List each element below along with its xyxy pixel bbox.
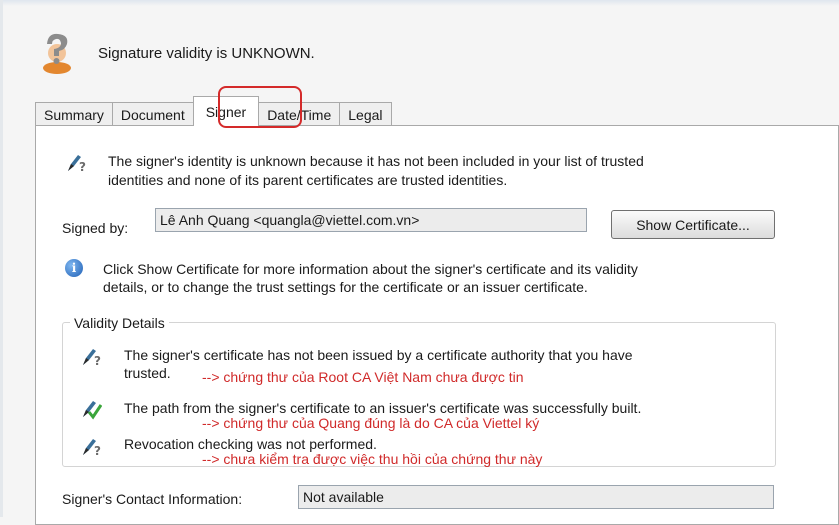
unknown-signer-icon xyxy=(38,31,76,75)
show-certificate-button[interactable]: Show Certificate... xyxy=(611,210,775,239)
info-message-line-2: details, or to change the trust settings… xyxy=(103,279,588,295)
unknown-pen-icon: ? xyxy=(80,346,102,368)
contact-info-field[interactable]: Not available xyxy=(298,485,774,509)
identity-message-line-1: The signer's identity is unknown because… xyxy=(108,153,644,169)
validity-item-3-annotation: --> chưa kiểm tra được việc thu hồi của … xyxy=(202,451,543,467)
info-icon: i xyxy=(65,259,83,277)
tab-summary[interactable]: Summary xyxy=(35,102,113,126)
tab-legal[interactable]: Legal xyxy=(339,102,392,126)
valid-pen-icon xyxy=(80,398,103,420)
tab-document[interactable]: Document xyxy=(111,102,194,126)
validity-item-1-line-1: The signer's certificate has not been is… xyxy=(124,347,633,363)
tab-bar: Summary Document Signer Date/Time Legal xyxy=(35,90,392,126)
signed-by-label: Signed by: xyxy=(62,220,129,236)
validity-item-2-annotation: --> chứng thư của Quang đúng là do CA củ… xyxy=(202,415,540,431)
validity-item-1-annotation: --> chứng thư của Root CA Việt Nam chưa … xyxy=(202,369,524,385)
signature-validity-title: Signature validity is UNKNOWN. xyxy=(98,44,315,62)
show-certificate-label: Show Certificate... xyxy=(636,216,750,233)
svg-text:?: ? xyxy=(94,354,101,368)
window-left-edge xyxy=(0,0,3,517)
window-top-edge xyxy=(0,0,839,6)
signed-by-field[interactable]: Lê Anh Quang <quangla@viettel.com.vn> xyxy=(155,208,587,232)
identity-message-line-2: identities and none of its parent certif… xyxy=(108,172,508,188)
svg-text:?: ? xyxy=(79,160,86,174)
contact-info-label: Signer's Contact Information: xyxy=(62,491,243,507)
contact-info-value: Not available xyxy=(303,489,384,505)
signed-by-value: Lê Anh Quang <quangla@viettel.com.vn> xyxy=(160,212,420,228)
validity-details-legend: Validity Details xyxy=(70,315,169,331)
validity-item-1-line-2: trusted. xyxy=(124,365,171,381)
signer-tab-highlight xyxy=(218,86,302,128)
svg-text:?: ? xyxy=(94,444,101,458)
unknown-pen-icon: ? xyxy=(80,436,102,458)
signature-status-header: Signature validity is UNKNOWN. xyxy=(38,28,315,78)
unknown-pen-icon: ? xyxy=(65,152,87,174)
info-message-line-1: Click Show Certificate for more informat… xyxy=(103,261,638,277)
